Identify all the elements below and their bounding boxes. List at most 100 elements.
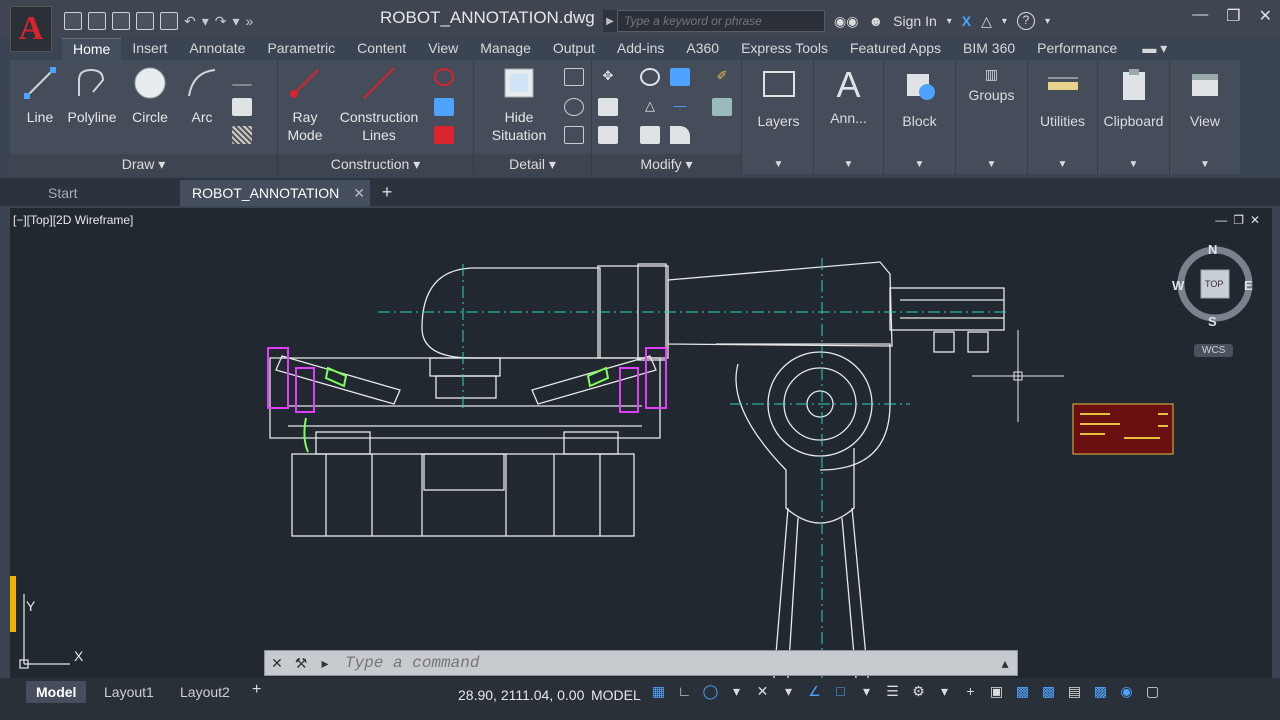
- a360-dropdown-icon[interactable]: ▾: [1002, 16, 1007, 27]
- tab-content[interactable]: Content: [346, 38, 417, 60]
- a360-icon[interactable]: △: [981, 13, 992, 30]
- hatch-small-icon[interactable]: [232, 126, 252, 144]
- tab-home[interactable]: Home: [62, 38, 122, 60]
- construction-line-small-icon[interactable]: [232, 68, 252, 86]
- search-input[interactable]: [617, 10, 825, 32]
- construction-circle-icon[interactable]: [434, 68, 454, 86]
- tab-performance[interactable]: Performance: [1026, 38, 1128, 60]
- wcs-menu[interactable]: WCS: [1194, 344, 1234, 357]
- tab-a360[interactable]: A360: [675, 38, 730, 60]
- detail-panel-title[interactable]: Detail ▾: [474, 154, 591, 174]
- expand-search-icon[interactable]: ▶: [603, 10, 617, 32]
- rotate-icon[interactable]: [640, 68, 660, 86]
- copy-icon[interactable]: [598, 98, 618, 116]
- tab-bim-360[interactable]: BIM 360: [952, 38, 1026, 60]
- isodraft-icon[interactable]: ✕: [754, 683, 771, 703]
- hide-situation-tool[interactable]: Hide Situation: [480, 66, 558, 144]
- detail-tool-1-icon[interactable]: [564, 68, 584, 86]
- arc-tool[interactable]: Arc: [182, 66, 222, 125]
- command-close-icon[interactable]: ✕: [265, 651, 289, 675]
- plus-icon[interactable]: +: [962, 683, 979, 703]
- array-icon[interactable]: [670, 68, 690, 86]
- fillet-icon[interactable]: [670, 126, 690, 144]
- redo-icon[interactable]: ↷: [215, 13, 227, 30]
- settings-gear-icon[interactable]: ⚙: [910, 683, 927, 703]
- utilities-button[interactable]: Utilities ▼: [1028, 60, 1098, 174]
- viewcube-top-label[interactable]: TOP: [1205, 279, 1223, 289]
- construction-lines-tool[interactable]: Construction Lines: [334, 66, 424, 144]
- maximize-icon[interactable]: ❐: [1226, 6, 1240, 26]
- viewcube-east[interactable]: E: [1244, 278, 1253, 293]
- polar-icon[interactable]: ◯: [702, 683, 719, 703]
- grid-icon[interactable]: ▦: [650, 683, 667, 703]
- plot-icon[interactable]: [160, 12, 178, 30]
- exchange-apps-icon[interactable]: X: [962, 13, 971, 29]
- circle-tool[interactable]: Circle: [128, 66, 172, 125]
- viewcube-south[interactable]: S: [1208, 314, 1217, 329]
- undo-icon[interactable]: ↶: [184, 13, 196, 30]
- drawing-viewport[interactable]: [−][Top][2D Wireframe] —❐✕ N S E W TOP W…: [10, 208, 1272, 678]
- workspace-icon[interactable]: ▣: [988, 683, 1005, 703]
- annotation-button[interactable]: A Ann... ▼: [814, 60, 884, 174]
- annotation-monitor-icon[interactable]: ▩: [1014, 683, 1031, 703]
- help-dropdown-icon[interactable]: ▾: [1045, 16, 1050, 27]
- tab-manage[interactable]: Manage: [469, 38, 542, 60]
- detail-tool-3-icon[interactable]: [564, 126, 584, 144]
- detail-tool-2-icon[interactable]: [564, 98, 584, 116]
- draw-panel-title[interactable]: Draw ▾: [10, 154, 277, 174]
- units-icon[interactable]: ▩: [1040, 683, 1057, 703]
- settings-dropdown-icon[interactable]: ▾: [936, 683, 953, 703]
- explode-icon[interactable]: [712, 98, 732, 116]
- viewcube-west[interactable]: W: [1172, 278, 1184, 293]
- ortho-icon[interactable]: ∟: [676, 683, 693, 703]
- redo-dropdown-icon[interactable]: ▾: [233, 13, 240, 30]
- tab-output[interactable]: Output: [542, 38, 606, 60]
- tab-add-ins[interactable]: Add-ins: [606, 38, 675, 60]
- object-snap-tracking-icon[interactable]: ∠: [806, 683, 823, 703]
- stretch-icon[interactable]: [598, 126, 618, 144]
- polyline-tool[interactable]: Polyline: [64, 66, 120, 125]
- clean-screen-icon[interactable]: ▢: [1144, 683, 1161, 703]
- command-prompt-icon[interactable]: ▸: [313, 651, 337, 675]
- lock-ui-icon[interactable]: ▩: [1092, 683, 1109, 703]
- command-input[interactable]: [337, 654, 993, 672]
- minimize-icon[interactable]: —: [1192, 6, 1208, 26]
- robot-annotation-tab[interactable]: ROBOT_ANNOTATION ✕: [180, 180, 370, 206]
- rectangle-small-icon[interactable]: [232, 98, 252, 116]
- construction-trim-icon[interactable]: [434, 126, 454, 144]
- tab-insert[interactable]: Insert: [121, 38, 178, 60]
- block-button[interactable]: Block ▼: [884, 60, 956, 174]
- polar-dropdown-icon[interactable]: ▾: [728, 683, 745, 703]
- start-tab[interactable]: Start: [36, 180, 176, 206]
- construction-offset-icon[interactable]: [434, 98, 454, 116]
- binoculars-icon[interactable]: ◉◉: [834, 13, 858, 30]
- tab-parametric[interactable]: Parametric: [256, 38, 346, 60]
- qat-more-icon[interactable]: »: [246, 13, 254, 29]
- add-layout-icon[interactable]: +: [252, 681, 261, 699]
- erase-icon[interactable]: ✐: [712, 68, 732, 86]
- sign-in-button[interactable]: Sign In: [893, 13, 937, 29]
- command-history-icon[interactable]: ▴: [993, 651, 1017, 675]
- ray-mode-tool[interactable]: Ray Mode: [282, 66, 328, 144]
- layout2-tab[interactable]: Layout2: [170, 681, 240, 703]
- undo-dropdown-icon[interactable]: ▾: [202, 13, 209, 30]
- layout1-tab[interactable]: Layout1: [94, 681, 164, 703]
- layers-button[interactable]: Layers ▼: [744, 60, 814, 174]
- save-as-icon[interactable]: [136, 12, 154, 30]
- isodraft-dropdown-icon[interactable]: ▾: [780, 683, 797, 703]
- view-button[interactable]: View ▼: [1170, 60, 1240, 174]
- coordinates-readout[interactable]: 28.90, 2111.04, 0.00: [458, 687, 584, 703]
- clipboard-button[interactable]: Clipboard ▼: [1098, 60, 1170, 174]
- tab-express-tools[interactable]: Express Tools: [730, 38, 839, 60]
- help-icon[interactable]: ?: [1016, 12, 1035, 30]
- construction-panel-title[interactable]: Construction ▾: [278, 154, 473, 174]
- line-tool[interactable]: Line: [18, 66, 62, 125]
- tab-annotate[interactable]: Annotate: [178, 38, 256, 60]
- tab-close-icon[interactable]: ✕: [353, 185, 365, 201]
- isolate-objects-icon[interactable]: ◉: [1118, 683, 1135, 703]
- ribbon-display-toggle-icon[interactable]: ▬ ▾: [1136, 38, 1173, 60]
- application-menu-button[interactable]: A: [10, 6, 52, 52]
- trim-icon[interactable]: —: [670, 98, 690, 116]
- quick-properties-icon[interactable]: ▤: [1066, 683, 1083, 703]
- lineweight-icon[interactable]: ☰: [884, 683, 901, 703]
